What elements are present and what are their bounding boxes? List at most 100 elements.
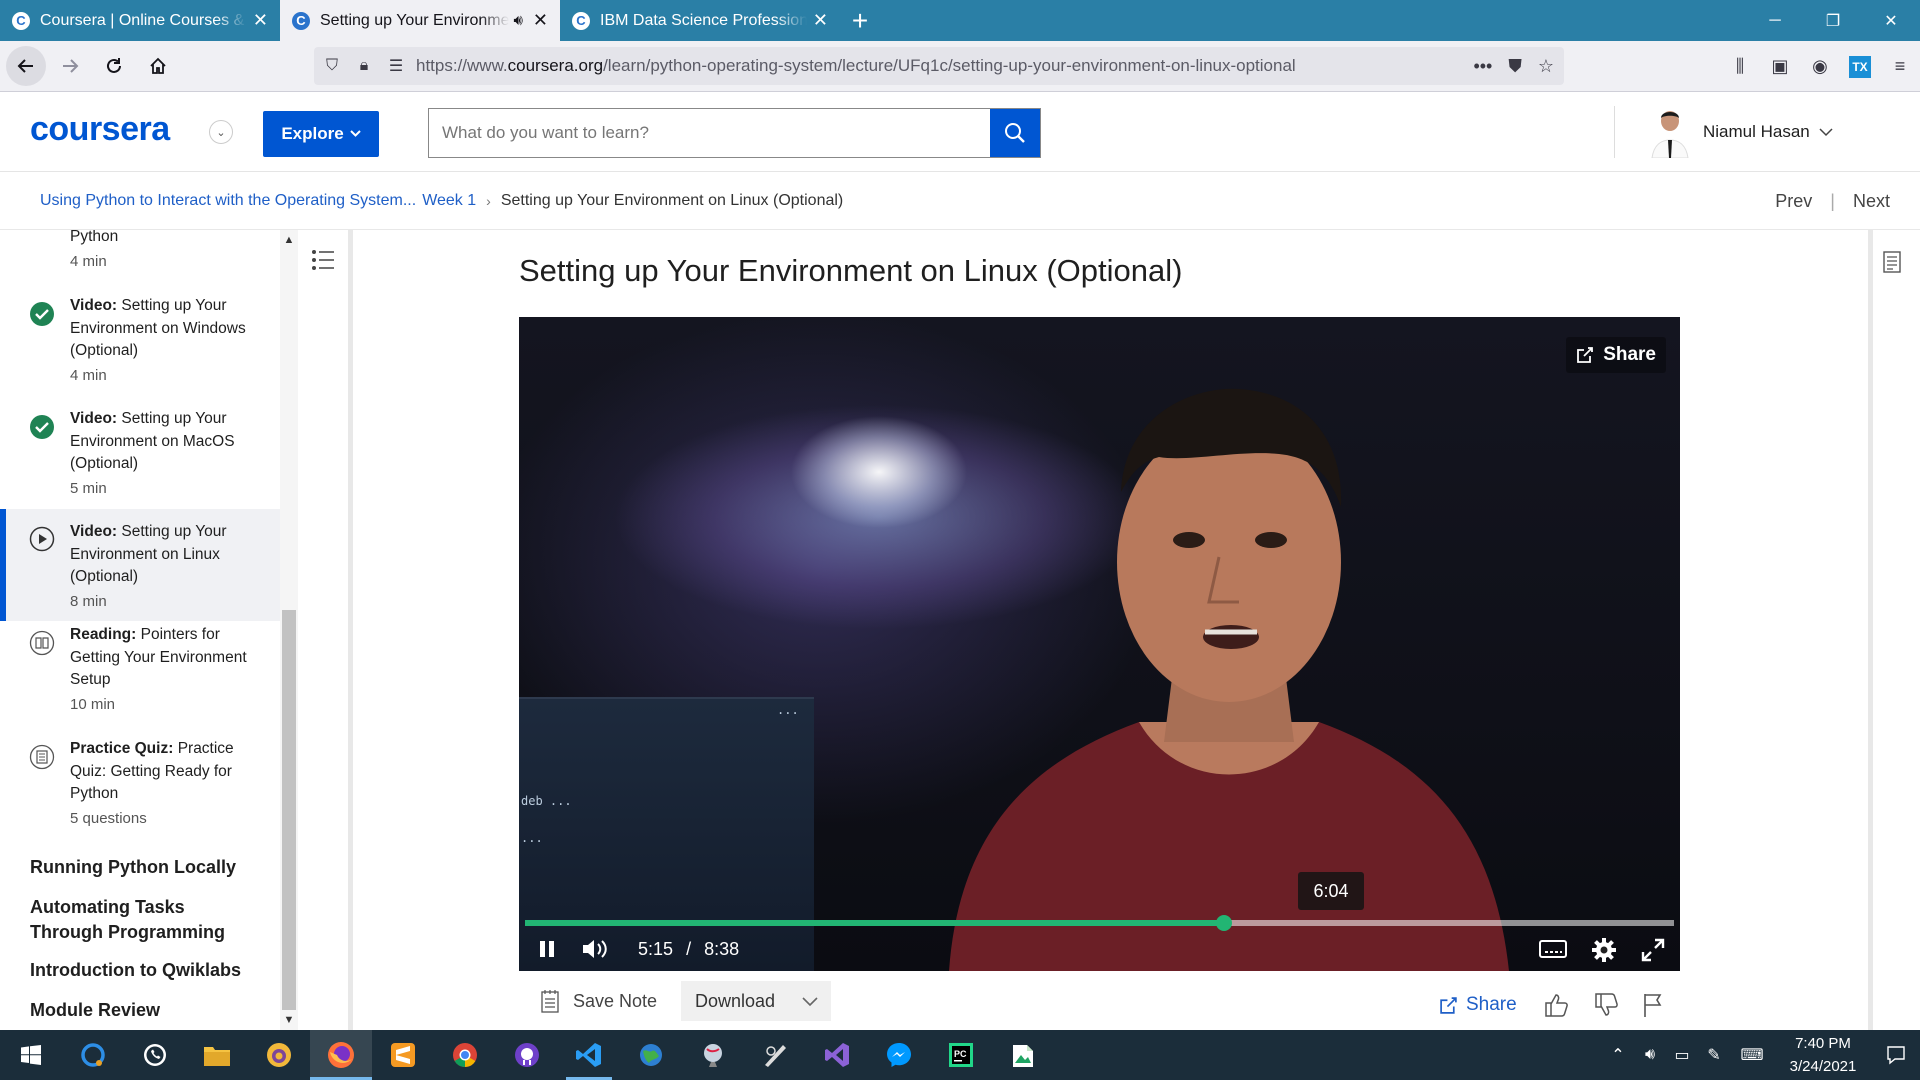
cortana-icon[interactable] [62, 1030, 124, 1080]
restore-icon[interactable]: ❐ [1804, 0, 1862, 41]
tor-browser-icon[interactable] [248, 1030, 310, 1080]
url-prefix: https://www. [416, 56, 508, 75]
github-desktop-icon[interactable] [496, 1030, 558, 1080]
sidebar-item-quiz[interactable]: Practice Quiz: Practice Quiz: Getting Re… [0, 740, 280, 854]
chevron-up-icon[interactable]: ⌃ [1602, 1045, 1634, 1065]
sidebar-item-reading[interactable]: Reading: Pointers for Getting Your Envir… [0, 626, 280, 742]
scrollbar-thumb[interactable] [282, 610, 296, 1010]
next-button[interactable]: Next [1853, 191, 1890, 212]
forward-arrow-icon[interactable] [50, 46, 90, 86]
bookmark-star-icon[interactable]: ☆ [1538, 56, 1554, 77]
scroll-down-icon[interactable]: ▼ [280, 1014, 298, 1026]
section-heading[interactable]: Introduction to Qwiklabs [30, 958, 260, 983]
firefox-icon[interactable] [310, 1030, 372, 1080]
coursera-logo[interactable]: coursera [30, 110, 170, 149]
clock[interactable]: 7:40 PM 3/24/2021 [1774, 1032, 1872, 1078]
list-icon[interactable] [298, 230, 348, 290]
visual-studio-icon[interactable] [806, 1030, 868, 1080]
search-bar [428, 108, 1041, 158]
breadcrumb-week-link[interactable]: Week 1 [422, 192, 476, 210]
permissions-icon[interactable]: ☰ [382, 56, 410, 76]
stress-ball-icon[interactable] [682, 1030, 744, 1080]
close-tab-icon[interactable]: ✕ [813, 10, 828, 31]
network-icon[interactable]: ▭ [1666, 1045, 1698, 1065]
pycharm-icon[interactable]: PC [930, 1030, 992, 1080]
section-heading[interactable]: Module Review [30, 998, 260, 1023]
svg-text:PC: PC [954, 1049, 967, 1059]
page-actions-icon[interactable]: ••• [1473, 56, 1492, 77]
prev-button[interactable]: Prev [1775, 191, 1812, 212]
browser-tab-coursera[interactable]: C Coursera | Online Courses & Credential… [0, 0, 280, 41]
dislike-button[interactable] [1593, 981, 1619, 1029]
notification-icon[interactable] [1872, 1045, 1920, 1065]
extension-icon[interactable]: TX [1849, 55, 1871, 78]
browser-tab-lecture[interactable]: C Setting up Your Environment on Linux (… [280, 0, 560, 41]
vscode-icon[interactable] [558, 1030, 620, 1080]
report-button[interactable] [1641, 981, 1665, 1029]
download-dropdown[interactable]: Download [681, 981, 831, 1021]
sidebar-item-linux[interactable]: Video: Setting up Your Environment on Li… [0, 509, 280, 621]
like-button[interactable] [1543, 981, 1569, 1029]
account-icon[interactable]: ◉ [1800, 56, 1840, 77]
video-share-button[interactable]: Share [1566, 337, 1666, 373]
sidebar-item-macos[interactable]: Video: Setting up Your Environment on Ma… [0, 405, 280, 517]
explore-button[interactable]: Explore [263, 111, 379, 157]
menu-icon[interactable]: ≡ [1880, 56, 1920, 77]
speaker-icon[interactable]: 🔊︎ [513, 12, 522, 29]
home-icon[interactable] [138, 46, 178, 86]
header-divider [1614, 106, 1615, 158]
volume-icon[interactable]: 🔊︎ [1634, 1046, 1666, 1064]
windows-start-icon[interactable] [0, 1030, 62, 1080]
new-tab-button[interactable]: + [840, 0, 880, 41]
browser-tab-ibm[interactable]: C IBM Data Science Professional Certific… [560, 0, 840, 41]
gear-icon[interactable] [1591, 937, 1617, 963]
lock-icon[interactable]: 🔒︎ [350, 57, 378, 75]
share-button[interactable]: Share [1439, 981, 1517, 1029]
progress-knob[interactable] [1215, 915, 1232, 931]
search-input[interactable] [429, 109, 990, 157]
notes-panel-icon[interactable] [1882, 250, 1902, 274]
minimize-icon[interactable]: ─ [1746, 0, 1804, 41]
sublime-icon[interactable] [372, 1030, 434, 1080]
wacom-icon[interactable] [744, 1030, 806, 1080]
file-explorer-icon[interactable] [186, 1030, 248, 1080]
back-arrow-icon[interactable] [6, 46, 46, 86]
chrome-icon[interactable] [434, 1030, 496, 1080]
section-heading[interactable]: Running Python Locally [30, 855, 260, 880]
sidebar-toggle-icon[interactable]: ▣ [1760, 56, 1800, 77]
close-window-icon[interactable]: ✕ [1862, 0, 1920, 41]
user-menu[interactable]: Niamul Hasan [1648, 106, 1833, 159]
earth-icon[interactable] [620, 1030, 682, 1080]
volume-icon[interactable] [581, 938, 609, 960]
breadcrumb-course-link[interactable]: Using Python to Interact with the Operat… [40, 192, 416, 210]
save-note-button[interactable]: Save Note [541, 981, 657, 1021]
pen-icon[interactable]: ✎ [1698, 1045, 1730, 1065]
reload-icon[interactable] [94, 46, 134, 86]
close-tab-icon[interactable]: ✕ [533, 10, 548, 31]
subtitles-icon[interactable] [1539, 939, 1567, 959]
url-text[interactable]: https://www.coursera.org/learn/python-op… [416, 56, 1296, 76]
spreadsheet-icon[interactable] [992, 1030, 1054, 1080]
video-progress-bar[interactable] [525, 915, 1674, 931]
pause-icon[interactable] [537, 939, 557, 959]
url-path: /learn/python-operating-system/lecture/U… [603, 56, 1296, 75]
keyboard-icon[interactable]: ⌨ [1730, 1045, 1774, 1065]
video-player[interactable]: ... deb ... ... Share 6:04 5:15 / 8:38 [519, 317, 1680, 971]
coursera-header: coursera ⌄ Explore Niamul Hasan [0, 92, 1920, 172]
fullscreen-icon[interactable] [1641, 938, 1665, 962]
search-button[interactable] [990, 109, 1040, 157]
pocket-icon[interactable]: ⛊ [1508, 56, 1522, 77]
whatsapp-icon[interactable] [124, 1030, 186, 1080]
section-heading[interactable]: Automating Tasks Through Programming [30, 895, 260, 945]
sidebar-item-windows[interactable]: Video: Setting up Your Environment on Wi… [0, 292, 280, 404]
scroll-up-icon[interactable]: ▲ [280, 234, 298, 246]
shield-icon[interactable]: ⛉ [318, 57, 346, 75]
sidebar-item-python[interactable]: Python 4 min [0, 230, 280, 278]
address-bar[interactable]: ⛉ 🔒︎ ☰ https://www.coursera.org/learn/py… [314, 47, 1564, 85]
messenger-icon[interactable] [868, 1030, 930, 1080]
library-icon[interactable]: ⫼ [1720, 56, 1760, 77]
presenter-image [949, 388, 1509, 971]
close-tab-icon[interactable]: ✕ [253, 10, 268, 31]
sidebar-scrollbar[interactable]: ▲ ▼ [280, 230, 298, 1030]
chevron-down-icon[interactable]: ⌄ [209, 120, 233, 144]
